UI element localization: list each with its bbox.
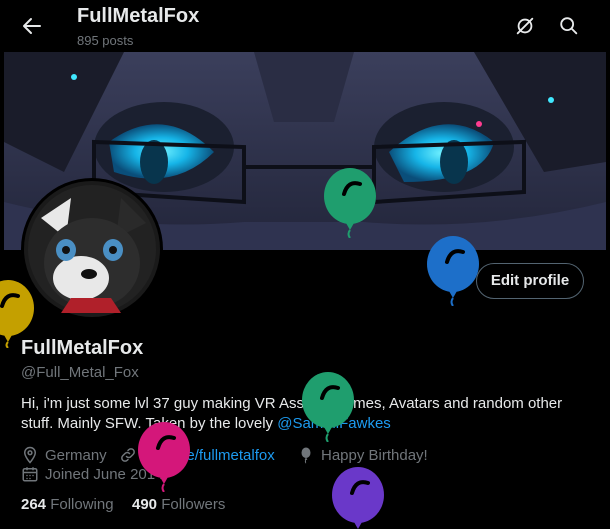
balloon-decoration-yellow: [0, 280, 34, 348]
page-title: FullMetalFox: [77, 5, 200, 27]
followers-link[interactable]: 490 Followers: [132, 496, 225, 513]
post-count: 895 posts: [77, 33, 134, 48]
handle: @Full_Metal_Fox: [21, 364, 139, 381]
following-count: 264: [21, 496, 47, 513]
edit-profile-button[interactable]: Edit profile: [476, 263, 584, 299]
calendar-icon: [22, 467, 38, 482]
balloon-decoration-pink: [138, 422, 190, 492]
birthday-item: Happy Birthday!: [297, 446, 428, 464]
back-arrow-icon[interactable]: [20, 14, 44, 38]
location-text: Germany: [45, 446, 107, 464]
location-icon: [23, 446, 37, 464]
following-label: Following: [50, 496, 114, 513]
balloon-decoration-purple: [332, 467, 384, 529]
followers-count: 490: [132, 496, 158, 513]
following-link[interactable]: 264 Following: [21, 496, 114, 513]
link-icon: [121, 448, 135, 462]
display-name: FullMetalFox: [21, 337, 144, 359]
balloon-decoration-green-top: [324, 168, 376, 238]
location-item: Germany: [21, 446, 107, 464]
followers-label: Followers: [161, 496, 226, 513]
balloon-decoration-blue: [427, 236, 479, 306]
top-bar: FullMetalFox 895 posts: [0, 0, 610, 52]
birthday-text: Happy Birthday!: [321, 446, 428, 464]
avatar-image: [24, 181, 160, 317]
balloon-decoration-green-bottom: [302, 372, 354, 442]
avatar[interactable]: [21, 178, 163, 320]
search-icon[interactable]: [558, 15, 580, 37]
balloon-icon: [301, 447, 311, 464]
grok-icon[interactable]: [514, 15, 536, 37]
